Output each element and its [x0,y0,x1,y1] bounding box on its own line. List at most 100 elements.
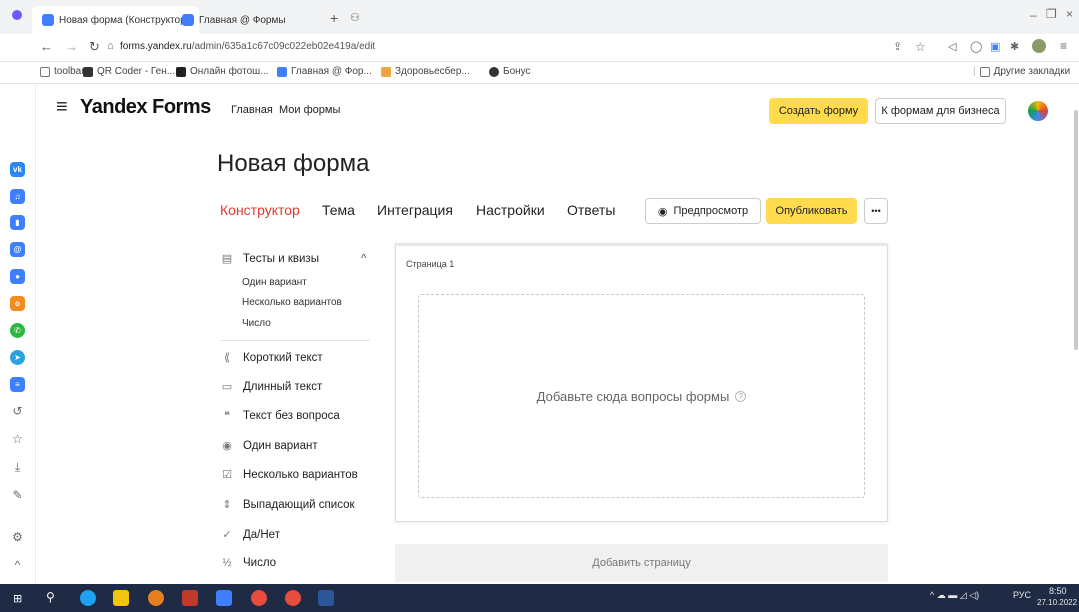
restore-icon[interactable]: ❐ [1046,7,1057,21]
forms-icon[interactable]: ≡ [10,377,25,392]
question-type-multiple-choice[interactable]: ☑ Несколько вариантов [221,468,358,482]
user-avatar[interactable] [1028,101,1048,121]
bookmark-qr[interactable]: QR Coder - Ген... [83,66,175,77]
ok-icon[interactable]: o [10,296,25,311]
more-options-button[interactable]: ••• [864,198,888,224]
bookmark-photoshop[interactable]: Онлайн фотош... [176,66,269,77]
hamburger-menu-icon[interactable]: ≡ [56,96,68,119]
reload-icon[interactable]: ↻ [89,39,100,55]
create-form-button[interactable]: Создать форму [769,98,868,124]
eye-icon: ◉ [657,205,668,218]
language-indicator[interactable]: РУС [1013,590,1031,600]
edit-icon[interactable]: ✎ [10,488,25,503]
tab-groups-icon[interactable]: ⚇ [350,11,360,24]
question-type-label: Число [243,557,277,569]
question-type-single-choice[interactable]: ◉ Один вариант [221,439,317,453]
browser-menu-icon[interactable] [12,10,22,20]
tab-theme[interactable]: Тема [322,202,355,218]
extension-icon[interactable]: ◁ [948,40,956,53]
puzzle-icon[interactable]: ✱ [1010,40,1019,53]
file-explorer-icon[interactable] [113,590,129,606]
folder-icon [979,66,990,77]
quiz-item-single[interactable]: Один вариант [242,277,307,288]
question-dropzone[interactable]: Добавьте сюда вопросы формы ? [418,294,865,498]
quiz-group-header[interactable]: ▤ Тесты и квизы ^ [221,252,367,266]
page-label: Страница 1 [406,259,455,269]
history-icon[interactable]: ↺ [10,404,25,419]
question-type-number[interactable]: ½ Число [221,557,276,569]
tab-home-forms[interactable]: Главная @ Формы [172,6,296,34]
app-icon[interactable] [148,590,164,606]
question-type-label: Короткий текст [243,351,323,364]
bookmark-bonus[interactable]: Бонус [489,66,531,77]
settings-icon[interactable]: ⚙ [10,530,25,545]
menu-icon[interactable]: ≡ [1060,39,1067,53]
bookmark-forms[interactable]: Главная @ Фор... [277,66,372,77]
whatsapp-icon[interactable]: ✆ [10,323,25,338]
close-icon[interactable]: × [1066,7,1073,21]
share-icon[interactable]: ⇪ [893,40,902,53]
question-type-text-no-question[interactable]: ❝ Текст без вопроса [221,409,340,423]
quote-icon: ❝ [224,410,230,422]
page-title: Новая форма [217,150,370,177]
add-page-button[interactable]: Добавить страницу [395,544,888,582]
chevron-up-icon[interactable]: ^ [10,558,25,573]
help-icon[interactable]: ? [735,390,747,402]
chevron-up-icon[interactable]: ^ [361,253,366,265]
quiz-item-multiple[interactable]: Несколько вариантов [242,297,342,308]
preview-button[interactable]: ◉ Предпросмотр [645,198,761,224]
forms-favicon-icon [42,14,54,26]
vk-icon[interactable]: vk [10,162,25,177]
nav-home[interactable]: Главная [231,104,273,116]
tab-constructor[interactable]: Конструктор [220,202,300,218]
search-icon[interactable]: ⚲ [46,590,55,604]
shield-icon[interactable]: ◯ [970,40,982,53]
bookmarks-bar: toolbar QR Coder - Ген... Онлайн фотош..… [0,62,1079,84]
quiz-item-number[interactable]: Число [242,318,271,329]
bookmark-toolbar[interactable]: toolbar [40,66,85,77]
downloads-icon[interactable]: ⤓ [10,460,25,475]
minimize-icon[interactable]: – [1030,8,1037,22]
nav-my-forms[interactable]: Мои формы [279,104,340,116]
question-type-long-text[interactable]: ▭ Длинный текст [221,380,322,394]
business-forms-button[interactable]: К формам для бизнеса [875,98,1006,124]
extension-icon[interactable]: ▣ [990,40,1000,53]
question-type-label: Текст без вопроса [243,409,340,422]
bookmark-health[interactable]: Здоровьесбер... [381,66,470,77]
stats-icon[interactable]: ▮ [10,215,25,230]
music-icon[interactable]: ♫ [10,189,25,204]
profile-avatar-icon[interactable] [1032,39,1046,53]
clock-time[interactable]: 8:50 [1049,586,1067,596]
cloud-icon[interactable]: ● [10,269,25,284]
question-type-yes-no[interactable]: ✓ Да/Нет [221,528,280,542]
tray-icons[interactable]: ^ ☁ ▬ ◿ ◁) [930,590,979,601]
tab-settings[interactable]: Настройки [476,202,545,218]
brand-logo[interactable]: Yandex Forms [80,96,211,119]
back-icon[interactable]: ← [40,39,53,54]
bookmark-star-icon[interactable]: ☆ [915,40,926,54]
clock-date[interactable]: 27.10.2022 [1037,598,1077,607]
app-icon[interactable] [182,590,198,606]
tab-integration[interactable]: Интеграция [377,202,453,218]
question-type-label: Да/Нет [243,528,280,541]
app-icon[interactable] [285,590,301,606]
favorites-icon[interactable]: ☆ [10,432,25,447]
mail-icon[interactable]: @ [10,242,25,257]
word-icon[interactable] [318,590,334,606]
app-icon[interactable] [251,590,267,606]
windows-start-icon[interactable]: ⊞ [13,592,22,605]
url-field[interactable]: forms.yandex.ru/admin/635a1c67c09c022eb0… [120,41,375,52]
tab-answers[interactable]: Ответы [567,202,615,218]
question-type-short-text[interactable]: ⟪ Короткий текст [221,351,323,365]
other-bookmarks[interactable]: | Другие закладки [973,66,1070,77]
url-path: /admin/635a1c67c09c022eb02e419a/edit [191,41,376,52]
yandex-browser-icon[interactable] [216,590,232,606]
question-type-dropdown[interactable]: ⇕ Выпадающий список [221,498,354,512]
telegram-icon[interactable]: ➤ [10,350,25,365]
publish-button[interactable]: Опубликовать [766,198,857,224]
quiz-group-label: Тесты и квизы [243,252,319,265]
page-scrollbar-thumb[interactable] [1074,110,1078,350]
edge-icon[interactable] [80,590,96,606]
forward-icon[interactable]: → [65,39,78,54]
new-tab-icon[interactable]: + [330,10,338,26]
